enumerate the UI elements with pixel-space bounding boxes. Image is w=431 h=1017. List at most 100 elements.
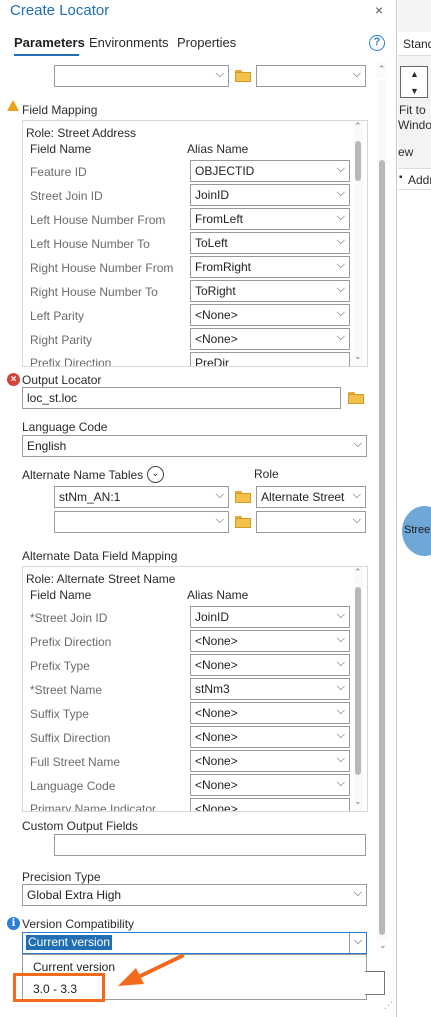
view-label: ew	[398, 145, 414, 159]
chevron-down-icon: ⌵	[352, 68, 361, 80]
outer-scroll-up[interactable]: ⌃	[377, 62, 387, 78]
chevron-down-icon: ⌵	[215, 489, 224, 501]
alias-name-column-header: Alias Name	[187, 142, 249, 156]
field-name-cell: Full Street Name	[30, 755, 121, 769]
tab-environments[interactable]: Environments	[89, 35, 168, 50]
scroll-up-icon[interactable]: ⌃	[354, 567, 362, 578]
folder-icon[interactable]	[235, 70, 251, 82]
version-compatibility-label: Version Compatibility	[22, 917, 135, 931]
scroll-down-icon[interactable]: ⌄	[354, 351, 362, 362]
precision-type-label: Precision Type	[22, 870, 101, 884]
run-button[interactable]	[365, 971, 385, 995]
precision-type-select[interactable]: Global Extra High ⌵	[22, 884, 367, 906]
alias-combo[interactable]: FromRight ⌵	[190, 256, 350, 278]
alias-combo[interactable]: <None> ⌵	[190, 304, 350, 326]
alias-combo[interactable]: <None> ⌵	[190, 726, 350, 748]
field-mapping-scrollbar[interactable]: ⌃ ⌄	[353, 121, 363, 365]
folder-icon[interactable]	[235, 491, 251, 503]
chevron-down-icon: ⌵	[336, 235, 345, 247]
fit-to-window-icon[interactable]: ▲ ▼	[400, 66, 428, 98]
version-selected-value: Current version	[26, 935, 113, 950]
field-name-cell: Left House Number From	[30, 213, 166, 227]
scroll-down-icon[interactable]: ⌄	[379, 940, 387, 951]
scroll-down-icon[interactable]: ⌄	[354, 796, 362, 807]
chevron-down-icon: ⌵	[352, 514, 361, 526]
chevron-down-icon[interactable]: ⌵	[349, 933, 366, 953]
alias-combo[interactable]: <None> ⌵	[190, 328, 350, 350]
alias-combo[interactable]: ToRight ⌵	[190, 280, 350, 302]
alias-combo[interactable]: JoinID ⌵	[190, 606, 350, 628]
resize-grip-icon[interactable]: ⋰	[384, 1000, 393, 1011]
scroll-thumb[interactable]	[355, 587, 361, 775]
scroll-thumb[interactable]	[355, 141, 361, 181]
alias-combo[interactable]: stNm3 ⌵	[190, 678, 350, 700]
annotation-arrow-icon	[118, 954, 184, 986]
alias-combo[interactable]: OBJECTID ⌵	[190, 160, 350, 182]
field-name-column-header: Field Name	[30, 588, 92, 602]
create-locator-pane: Create Locator × Parameters Environments…	[0, 0, 397, 1017]
alt-field-mapping-role: Role: Alternate Street Name	[26, 572, 176, 586]
field-name-cell: Left House Number To	[30, 237, 150, 251]
alternate-name-tables-label: Alternate Name Tables	[22, 468, 144, 482]
tab-parameters[interactable]: Parameters	[14, 35, 85, 50]
field-mapping-header: Field Mapping	[22, 103, 98, 117]
alternate-table-combo[interactable]: ⌵	[54, 511, 229, 533]
close-icon[interactable]: ×	[375, 2, 383, 18]
chevron-down-icon: ⌵	[336, 211, 345, 223]
alias-combo[interactable]: <None> ⌵	[190, 654, 350, 676]
alias-combo[interactable]: <None> ⌵	[190, 774, 350, 796]
stand-tab[interactable]: Stand	[398, 32, 431, 56]
pane-scrollbar[interactable]	[377, 80, 387, 940]
alternate-role-combo[interactable]: Alternate Street ⌵	[256, 486, 366, 508]
alias-combo[interactable]: ToLeft ⌵	[190, 232, 350, 254]
field-name-cell: Feature ID	[30, 165, 87, 179]
custom-output-fields-input[interactable]	[54, 834, 366, 856]
chevron-down-icon: ⌵	[336, 331, 345, 343]
scroll-thumb[interactable]	[379, 160, 385, 935]
alias-combo[interactable]: <None> ⌵	[190, 750, 350, 772]
fit-to-label: Fit to	[399, 103, 426, 117]
field-name-cell: Right Parity	[30, 333, 93, 347]
field-name-cell: Prefix Direction	[30, 356, 112, 366]
field-name-cell: Primary Name Indicator	[30, 802, 157, 811]
custom-output-fields-label: Custom Output Fields	[22, 819, 139, 833]
highlight-box	[13, 973, 105, 1002]
field-mapping-role: Role: Street Address	[26, 126, 137, 140]
alias-combo[interactable]: <None> ⌵	[190, 630, 350, 652]
alias-combo[interactable]: <None>	[190, 798, 350, 811]
alias-combo[interactable]: FromLeft ⌵	[190, 208, 350, 230]
chevron-down-icon: ⌵	[336, 729, 345, 741]
language-code-select[interactable]: English ⌵	[22, 435, 367, 457]
info-icon: i	[7, 917, 20, 930]
scroll-up-icon[interactable]: ⌃	[354, 121, 362, 132]
help-icon[interactable]: ?	[369, 35, 385, 51]
field-name-column-header: Field Name	[30, 142, 92, 156]
chevron-down-icon: ⌵	[336, 609, 345, 621]
alias-combo[interactable]: PreDir	[190, 352, 350, 366]
folder-icon[interactable]	[235, 516, 251, 528]
alternate-table-combo[interactable]: stNm_AN:1 ⌵	[54, 486, 229, 508]
alt-field-mapping-scrollbar[interactable]: ⌃ ⌄	[353, 567, 363, 810]
clipped-row: Prefix Direction PreDir	[23, 352, 353, 366]
tab-properties[interactable]: Properties	[177, 35, 236, 50]
expand-chevron-icon[interactable]: ⌄	[147, 466, 164, 483]
clipped-row: Primary Name Indicator <None>	[23, 798, 353, 811]
option-current-version[interactable]: Current version	[33, 960, 115, 974]
output-locator-label: Output Locator	[22, 373, 102, 387]
alias-name-column-header: Alias Name	[187, 588, 249, 602]
language-code-label: Language Code	[22, 420, 108, 434]
alias-combo[interactable]: JoinID ⌵	[190, 184, 350, 206]
field-name-cell: Street Join ID	[30, 189, 103, 203]
alternate-role-combo[interactable]: ⌵	[256, 511, 366, 533]
output-locator-input[interactable]: loc_st.loc	[22, 387, 341, 409]
folder-icon[interactable]	[348, 392, 364, 404]
field-name-cell: *Street Join ID	[30, 611, 108, 625]
reference-data-table-combo[interactable]: ⌵	[54, 65, 229, 87]
warning-icon	[7, 100, 19, 111]
alias-combo[interactable]: <None> ⌵	[190, 702, 350, 724]
field-name-cell: Right House Number From	[30, 261, 174, 275]
field-name-cell: Suffix Type	[30, 707, 89, 721]
map-canvas[interactable]	[398, 190, 431, 1017]
addr-tab[interactable]: ▪ Addr	[398, 168, 431, 190]
reference-data-role-combo[interactable]: ⌵	[256, 65, 366, 87]
